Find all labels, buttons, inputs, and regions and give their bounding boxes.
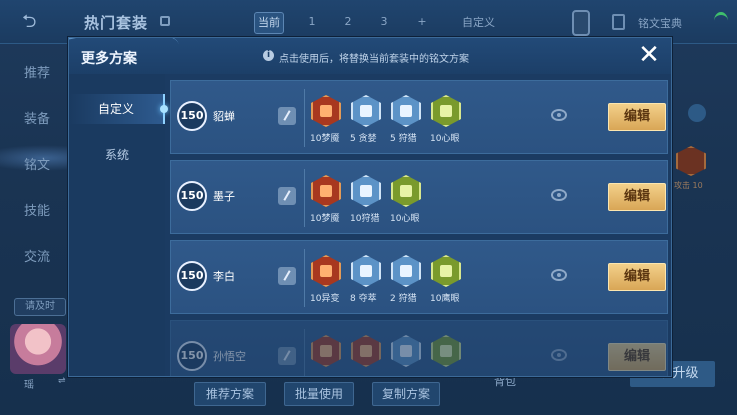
rune-gem-icon xyxy=(391,175,421,207)
scheme-row[interactable]: 150 李白 10异变 8 夺萃 2 狩猎 10鹰眼 编辑 xyxy=(170,240,668,314)
rename-icon[interactable] xyxy=(278,347,296,365)
rune-label: 10心眼 xyxy=(390,214,420,224)
chevron-down-icon[interactable]: ⇌ xyxy=(58,376,66,386)
modal-title: 更多方案 xyxy=(81,51,137,67)
row-divider xyxy=(304,329,305,376)
back-icon[interactable]: ⮌ xyxy=(22,12,60,32)
rune-gem-icon xyxy=(311,335,341,367)
scheme-name: 李白 xyxy=(213,270,235,283)
rune-gem-icon xyxy=(311,95,341,127)
recommend-plan-button[interactable]: 推荐方案 xyxy=(194,382,266,406)
edit-button[interactable]: 编辑 xyxy=(608,183,666,211)
filter-icon[interactable] xyxy=(688,104,706,122)
rune-gem-icon xyxy=(676,146,706,176)
rune-gem-icon xyxy=(431,95,461,127)
tab-custom[interactable]: 自定义 xyxy=(462,14,495,30)
tab-3[interactable]: 3 xyxy=(376,12,392,34)
avatar-name: 瑶 xyxy=(24,380,34,391)
eye-icon[interactable] xyxy=(551,269,567,281)
rune-gem-icon xyxy=(391,255,421,287)
row-divider xyxy=(304,249,305,307)
eye-icon[interactable] xyxy=(551,109,567,121)
close-icon[interactable]: ✕ xyxy=(637,42,661,68)
tab-add[interactable]: + xyxy=(414,12,430,34)
grid-icon[interactable] xyxy=(160,16,170,26)
rune-label: 10鹰眼 xyxy=(430,294,460,304)
level-badge: 150 xyxy=(177,261,207,291)
scheme-row[interactable]: 150 孙悟空 编辑 xyxy=(170,320,668,376)
level-badge: 150 xyxy=(177,181,207,211)
scheme-name: 墨子 xyxy=(213,190,235,203)
level-badge: 150 xyxy=(177,341,207,371)
rename-icon[interactable] xyxy=(278,187,296,205)
row-divider xyxy=(304,169,305,227)
rename-icon[interactable] xyxy=(278,107,296,125)
tab-system-label: 系统 xyxy=(104,148,129,162)
avatar[interactable] xyxy=(10,324,66,374)
edit-button[interactable]: 编辑 xyxy=(608,263,666,291)
rune-gem-icon xyxy=(351,255,381,287)
tab-system-schemes[interactable]: 系统 xyxy=(69,140,165,170)
tab-custom-label: 自定义 xyxy=(97,102,134,116)
rune-label: 2 狩猎 xyxy=(390,294,417,304)
eye-icon[interactable] xyxy=(551,189,567,201)
side-item-chat[interactable]: 交流 xyxy=(24,246,50,265)
rune-label: 10梦魇 xyxy=(310,214,340,224)
rune-gem-icon xyxy=(311,175,341,207)
rune-gem-label: 攻击 10 xyxy=(674,181,703,190)
rename-icon[interactable] xyxy=(278,267,296,285)
rune-gem-icon xyxy=(391,335,421,367)
rune-label: 10狩猎 xyxy=(350,214,380,224)
batch-use-button[interactable]: 批量使用 xyxy=(284,382,354,406)
side-item-runes[interactable]: 铭文 xyxy=(24,154,50,173)
rune-label: 10异变 xyxy=(310,294,340,304)
tab-current[interactable]: 当前 xyxy=(254,12,284,34)
modal-header: 更多方案 i 点击使用后，将替换当前套装中的铭文方案 ✕ xyxy=(69,38,671,80)
edit-button[interactable]: 编辑 xyxy=(608,103,666,131)
side-item-recommend[interactable]: 推荐 xyxy=(24,62,50,81)
side-item-skills[interactable]: 技能 xyxy=(24,200,50,219)
rune-gem-icon xyxy=(391,95,421,127)
rune-label: 5 贪婪 xyxy=(350,134,377,144)
row-divider xyxy=(304,89,305,147)
rune-gem-icon xyxy=(351,335,381,367)
info-icon: i xyxy=(263,50,274,61)
rune-gem-icon xyxy=(431,255,461,287)
tab-1[interactable]: 1 xyxy=(304,12,320,34)
edit-button[interactable]: 编辑 xyxy=(608,343,666,371)
wifi-icon xyxy=(714,12,728,30)
phone-icon[interactable] xyxy=(572,10,590,36)
scheme-name: 孙悟空 xyxy=(213,350,246,363)
rune-gem-icon xyxy=(431,335,461,367)
scheme-name: 貂蝉 xyxy=(213,110,235,123)
side-item-equipment[interactable]: 装备 xyxy=(24,108,50,127)
tab-2[interactable]: 2 xyxy=(340,12,356,34)
rune-label: 5 狩猎 xyxy=(390,134,417,144)
rune-guide-label[interactable]: 铭文宝典 xyxy=(638,15,682,31)
book-icon[interactable] xyxy=(612,14,625,30)
modal-hint: 点击使用后，将替换当前套装中的铭文方案 xyxy=(279,54,469,65)
rune-label: 8 夺萃 xyxy=(350,294,377,304)
rune-gem-icon xyxy=(351,175,381,207)
background-title: 热门套装 xyxy=(84,14,149,32)
scheme-list[interactable]: 150 貂蝉 10梦魇 5 贪婪 5 狩猎 10心眼 编辑 150 墨子 10梦魇 10狩猎 10心眼… xyxy=(170,80,668,376)
eye-icon[interactable] xyxy=(551,349,567,361)
scheme-row[interactable]: 150 貂蝉 10梦魇 5 贪婪 5 狩猎 10心眼 编辑 xyxy=(170,80,668,154)
copy-plan-button[interactable]: 复制方案 xyxy=(372,382,440,406)
more-schemes-modal: 更多方案 i 点击使用后，将替换当前套装中的铭文方案 ✕ 自定义 系统 150 貂… xyxy=(68,37,672,377)
level-badge: 150 xyxy=(177,101,207,131)
invite-badge[interactable]: 请及时 xyxy=(14,298,66,316)
scheme-row[interactable]: 150 墨子 10梦魇 10狩猎 10心眼 编辑 xyxy=(170,160,668,234)
rune-label: 10心眼 xyxy=(430,134,460,144)
modal-sidebar: 自定义 系统 xyxy=(69,74,168,376)
tab-custom-schemes[interactable]: 自定义 xyxy=(69,94,168,124)
rune-label: 10梦魇 xyxy=(310,134,340,144)
rune-gem-icon xyxy=(351,95,381,127)
rune-gem-icon xyxy=(311,255,341,287)
selected-indicator-icon xyxy=(160,105,168,113)
